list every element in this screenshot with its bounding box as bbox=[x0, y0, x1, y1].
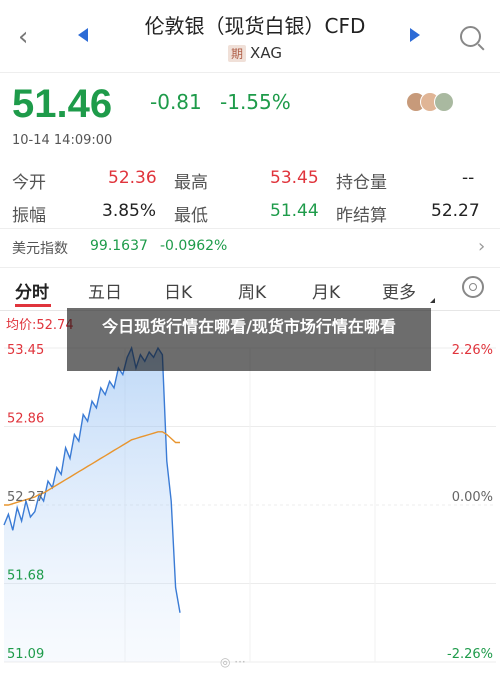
active-tab-indicator bbox=[15, 304, 51, 307]
chevron-right-icon: › bbox=[478, 236, 486, 257]
tab-weekly-k[interactable]: 周K bbox=[238, 278, 266, 303]
more-dropdown-icon bbox=[430, 298, 435, 303]
low-value: 51.44 bbox=[270, 201, 319, 221]
y-tick-label: 53.45 bbox=[7, 343, 44, 358]
futures-badge: 期 bbox=[228, 45, 247, 62]
back-icon[interactable]: ‹ bbox=[18, 22, 28, 52]
prev-settle-label: 昨结算 bbox=[336, 206, 387, 226]
usd-index-label: 美元指数 bbox=[12, 241, 68, 257]
y-tick-percent-label: 0.00% bbox=[452, 490, 493, 505]
article-title: 今日现货行情在哪看/现货市场行情在哪看 bbox=[102, 317, 396, 336]
open-value: 52.36 bbox=[108, 168, 157, 188]
watermark: ◎ ··· bbox=[220, 655, 246, 669]
next-instrument-icon[interactable] bbox=[410, 28, 420, 42]
y-tick-percent-label: -2.26% bbox=[447, 647, 493, 662]
amplitude-value: 3.85% bbox=[102, 201, 157, 221]
usd-index-row[interactable] bbox=[0, 228, 500, 268]
tab-five-day[interactable]: 五日 bbox=[88, 278, 122, 303]
y-tick-label: 51.68 bbox=[7, 569, 44, 584]
tab-more[interactable]: 更多 bbox=[382, 278, 416, 303]
open-interest-value: -- bbox=[462, 168, 475, 188]
y-tick-percent-label: 2.26% bbox=[452, 343, 493, 358]
tab-daily-k[interactable]: 日K bbox=[164, 278, 192, 303]
search-icon[interactable] bbox=[460, 26, 481, 47]
tab-intraday[interactable]: 分时 bbox=[15, 278, 49, 303]
chart-settings-icon[interactable] bbox=[462, 276, 484, 298]
page-title: 伦敦银（现货白银）CFD bbox=[144, 14, 366, 38]
y-tick-label: 52.86 bbox=[7, 412, 44, 427]
prev-settle-value: 52.27 bbox=[431, 201, 480, 221]
instrument-code-text: XAG bbox=[250, 44, 282, 62]
avatar bbox=[434, 92, 454, 112]
low-label: 最低 bbox=[174, 206, 208, 226]
price-change-percent: -1.55% bbox=[220, 90, 291, 114]
user-avatars[interactable] bbox=[406, 92, 458, 112]
y-tick-label: 51.09 bbox=[7, 647, 44, 662]
last-price: 51.46 bbox=[12, 82, 113, 126]
open-interest-label: 持仓量 bbox=[336, 173, 387, 193]
previous-instrument-icon[interactable] bbox=[78, 28, 88, 42]
y-tick-label: 52.27 bbox=[7, 490, 44, 505]
instrument-code: 期 XAG bbox=[110, 44, 400, 62]
usd-index-change: -0.0962% bbox=[160, 238, 228, 254]
high-label: 最高 bbox=[174, 173, 208, 193]
quote-time: 10-14 14:09:00 bbox=[12, 133, 113, 148]
chart-tabs: 分时 五日 日K 周K 月K 更多 bbox=[0, 268, 500, 311]
price-change: -0.81 bbox=[150, 90, 202, 114]
amplitude-label: 振幅 bbox=[12, 206, 46, 226]
high-value: 53.45 bbox=[270, 168, 319, 188]
usd-index-value: 99.1637 bbox=[90, 238, 148, 254]
tab-monthly-k[interactable]: 月K bbox=[312, 278, 340, 303]
average-price-label: 均价:52.74 bbox=[6, 318, 74, 333]
open-label: 今开 bbox=[12, 173, 46, 193]
